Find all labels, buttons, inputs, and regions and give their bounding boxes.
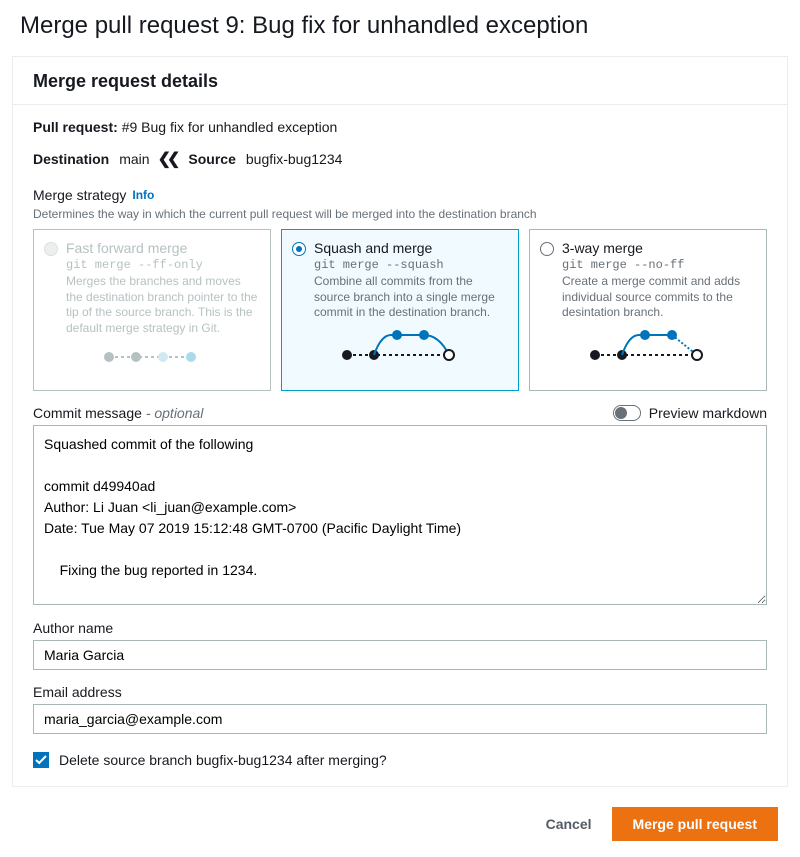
radio-icon: [44, 242, 58, 256]
merge-details-panel: Merge request details Pull request: #9 B…: [12, 56, 788, 787]
destination-branch: main: [119, 151, 149, 167]
destination-label: Destination: [33, 151, 109, 167]
strategy-description: Merges the branches and moves the destin…: [66, 274, 258, 336]
merge-pull-request-button[interactable]: Merge pull request: [612, 807, 778, 841]
commit-message-label: Commit message - optional: [33, 405, 203, 421]
strategy-title: 3-way merge: [562, 240, 643, 256]
strategy-three-way[interactable]: 3-way merge git merge --no-ff Create a m…: [529, 229, 767, 391]
strategy-title: Fast forward merge: [66, 240, 187, 256]
strategy-command: git merge --no-ff: [562, 258, 754, 272]
check-icon: [35, 754, 47, 766]
preview-markdown-label: Preview markdown: [649, 405, 767, 421]
delete-branch-label: Delete source branch bugfix-bug1234 afte…: [59, 752, 387, 768]
source-branch: bugfix-bug1234: [246, 151, 343, 167]
merge-strategy-options: Fast forward merge git merge --ff-only M…: [33, 229, 767, 391]
info-link[interactable]: Info: [132, 188, 154, 202]
merge-strategy-label: Merge strategy Info: [33, 187, 767, 203]
strategy-fast-forward: Fast forward merge git merge --ff-only M…: [33, 229, 271, 391]
strategy-description: Create a merge commit and adds individua…: [562, 274, 754, 321]
pull-request-line: Pull request: #9 Bug fix for unhandled e…: [33, 119, 767, 135]
dest-src-line: Destination main ❮❮ Source bugfix-bug123…: [33, 149, 767, 169]
strategy-command: git merge --ff-only: [66, 258, 258, 272]
strategy-description: Combine all commits from the source bran…: [314, 274, 506, 321]
panel-title: Merge request details: [33, 71, 767, 92]
preview-markdown-toggle[interactable]: Preview markdown: [613, 405, 767, 421]
optional-tag: - optional: [146, 405, 204, 421]
radio-icon: [292, 242, 306, 256]
page-title: Merge pull request 9: Bug fix for unhand…: [0, 0, 800, 50]
delete-branch-checkbox[interactable]: [33, 752, 49, 768]
author-name-input[interactable]: [33, 640, 767, 670]
strategy-diagram-icon: [292, 327, 506, 367]
footer-actions: Cancel Merge pull request: [0, 797, 800, 857]
cancel-button[interactable]: Cancel: [540, 808, 598, 840]
email-input[interactable]: [33, 704, 767, 734]
toggle-icon[interactable]: [613, 405, 641, 421]
strategy-diagram-icon: [540, 327, 754, 367]
strategy-squash[interactable]: Squash and merge git merge --squash Comb…: [281, 229, 519, 391]
author-name-label: Author name: [33, 620, 767, 636]
radio-icon: [540, 242, 554, 256]
commit-message-input[interactable]: [33, 425, 767, 605]
delete-branch-row[interactable]: Delete source branch bugfix-bug1234 afte…: [33, 752, 767, 768]
strategy-command: git merge --squash: [314, 258, 506, 272]
arrow-left-icon: ❮❮: [158, 149, 177, 169]
pr-title: Bug fix for unhandled exception: [141, 119, 337, 135]
merge-strategy-help: Determines the way in which the current …: [33, 207, 767, 221]
pr-id: #9: [122, 119, 138, 135]
panel-header: Merge request details: [13, 57, 787, 105]
strategy-diagram-icon: [44, 342, 258, 382]
pr-label: Pull request:: [33, 119, 118, 135]
strategy-title: Squash and merge: [314, 240, 432, 256]
email-label: Email address: [33, 684, 767, 700]
source-label: Source: [188, 151, 235, 167]
